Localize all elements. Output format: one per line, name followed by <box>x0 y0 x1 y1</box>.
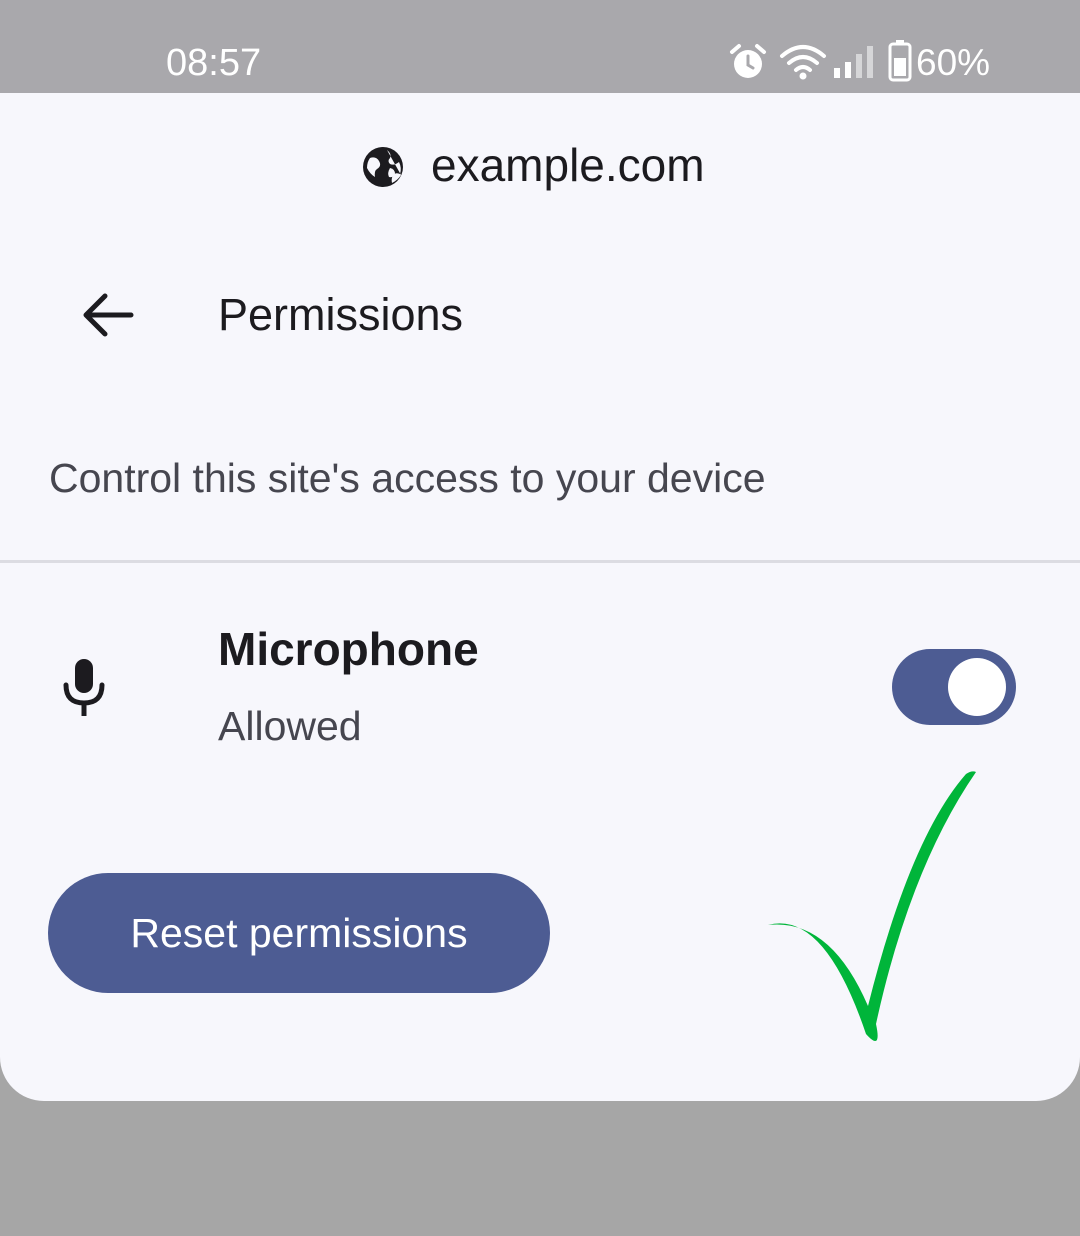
signal-icon <box>834 46 873 78</box>
back-button[interactable] <box>66 273 150 357</box>
status-time: 08:57 <box>166 42 262 84</box>
status-bar: 08:57 60% <box>0 0 1080 93</box>
page-title: Permissions <box>218 289 464 340</box>
status-icons: 60% <box>728 38 1028 88</box>
site-header: example.com <box>0 93 1080 239</box>
battery-percent: 60% <box>916 42 991 83</box>
toggle-thumb <box>948 658 1006 716</box>
microphone-toggle[interactable] <box>892 649 1016 725</box>
microphone-icon <box>63 659 105 716</box>
globe-icon <box>363 147 403 187</box>
checkmark-annotation <box>768 771 976 1042</box>
wifi-icon <box>780 45 826 80</box>
description-text: Control this site's access to your devic… <box>49 455 766 501</box>
permission-name: Microphone <box>218 623 479 675</box>
permission-row-microphone[interactable]: Microphone Allowed <box>0 603 1080 783</box>
permission-status: Allowed <box>218 703 362 749</box>
divider <box>0 560 1080 563</box>
arrow-back-icon <box>83 293 134 337</box>
reset-permissions-button[interactable]: Reset permissions <box>48 873 550 993</box>
alarm-icon <box>730 44 766 78</box>
site-name: example.com <box>431 139 705 191</box>
battery-icon <box>888 40 912 82</box>
